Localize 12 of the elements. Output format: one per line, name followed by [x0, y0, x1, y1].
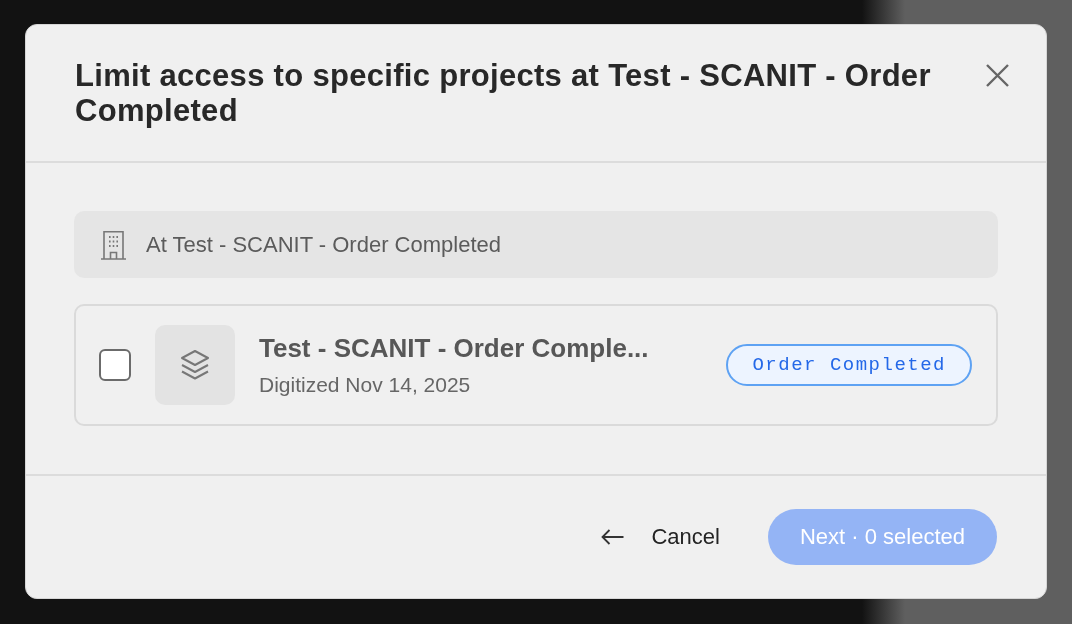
cancel-button[interactable]: Cancel [601, 524, 720, 550]
building-icon [100, 229, 127, 260]
layers-icon [155, 325, 235, 405]
location-label: At Test - SCANIT - Order Completed [146, 231, 501, 258]
project-date: Digitized Nov 14, 2025 [259, 373, 472, 397]
dialog-title: Limit access to specific projects at Test - SCANIT - Order Completed [75, 58, 932, 128]
arrow-left-icon [601, 529, 625, 545]
checkbox[interactable] [99, 349, 131, 381]
status-badge: Order Completed [726, 344, 972, 386]
project-name: Test - SCANIT - Order Comple... [259, 333, 649, 364]
close-button[interactable] [985, 63, 1010, 88]
close-icon [985, 63, 1010, 88]
